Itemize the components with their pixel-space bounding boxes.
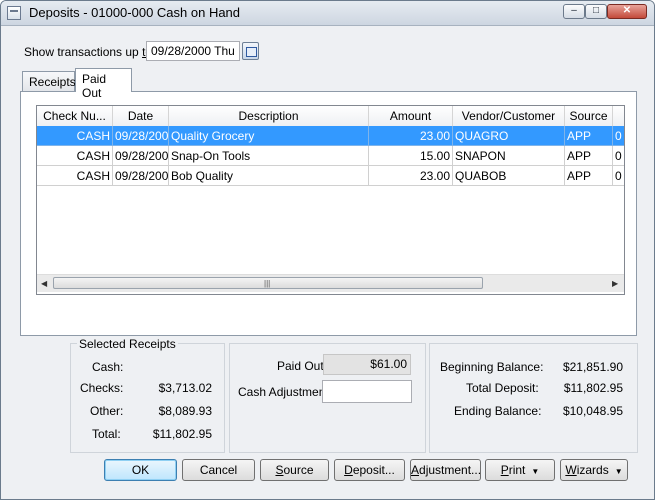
grid-header: Check Nu... Date Description Amount Vend… xyxy=(37,106,624,127)
column-header-vendor-customer[interactable]: Vendor/Customer xyxy=(453,106,565,126)
column-header-source[interactable]: Source xyxy=(565,106,613,126)
cell-check-number: CASH xyxy=(37,166,113,186)
scroll-grip-icon: ||| xyxy=(264,279,271,288)
column-header-check-number[interactable]: Check Nu... xyxy=(37,106,113,126)
ok-button[interactable]: OK xyxy=(104,459,177,481)
column-header-overflow xyxy=(613,106,624,126)
paid-out-value: $61.00 xyxy=(323,354,411,375)
cash-label: Cash: xyxy=(92,360,124,374)
cell-vendor-customer: QUABOB xyxy=(453,166,565,186)
cash-adjustment-input[interactable] xyxy=(322,380,412,403)
calendar-icon[interactable] xyxy=(242,42,259,60)
cell-date: 09/28/2000 xyxy=(113,146,169,166)
cell-amount: 15.00 xyxy=(369,146,453,166)
checks-value: $3,713.02 xyxy=(158,381,212,395)
other-label: Other: xyxy=(90,404,124,418)
cash-adjustment-label: Cash Adjustment: xyxy=(238,385,333,399)
close-button[interactable]: ✕ xyxy=(607,4,647,19)
total-value: $11,802.95 xyxy=(152,427,212,441)
window-app-icon xyxy=(7,6,21,20)
cell-vendor-customer: SNAPON xyxy=(453,146,565,166)
show-transactions-label: Show transactions up to: xyxy=(24,45,155,59)
wizards-button[interactable]: Wizards ▼ xyxy=(560,459,628,481)
table-row[interactable]: CASH 09/28/2000 Snap-On Tools 15.00 SNAP… xyxy=(37,146,624,166)
tab-paid-out[interactable]: Paid Out xyxy=(75,68,132,100)
deposits-window: Deposits - 01000-000 Cash on Hand ‒ □ ✕ … xyxy=(0,0,655,500)
adjustment-button[interactable]: Adjustment... xyxy=(410,459,481,481)
title-bar[interactable]: Deposits - 01000-000 Cash on Hand ‒ □ ✕ xyxy=(1,1,654,26)
dropdown-arrow-icon: ▼ xyxy=(614,467,623,476)
scroll-right-arrow-icon[interactable]: ▶ xyxy=(612,279,618,288)
selected-receipts-title: Selected Receipts xyxy=(77,337,178,351)
cell-date: 09/28/2000 xyxy=(113,166,169,186)
dropdown-arrow-icon: ▼ xyxy=(531,467,540,476)
beginning-balance-label: Beginning Balance: xyxy=(440,360,544,374)
cell-source: APP xyxy=(565,126,613,146)
cancel-button[interactable]: Cancel xyxy=(182,459,255,481)
horizontal-scrollbar[interactable]: ◀ ||| ▶ xyxy=(37,274,624,292)
tab-receipts[interactable]: Receipts xyxy=(22,71,76,91)
cell-vendor-customer: QUAGRO xyxy=(453,126,565,146)
checks-label: Checks: xyxy=(80,381,124,395)
beginning-balance-value: $21,851.90 xyxy=(562,360,623,374)
cell-description: Bob Quality xyxy=(169,166,369,186)
total-label: Total: xyxy=(92,427,121,441)
cell-amount: 23.00 xyxy=(369,126,453,146)
other-value: $8,089.93 xyxy=(158,404,212,418)
cell-description: Snap-On Tools xyxy=(169,146,369,166)
transactions-grid[interactable]: Check Nu... Date Description Amount Vend… xyxy=(36,105,625,295)
cell-source: APP xyxy=(565,146,613,166)
ending-balance-label: Ending Balance: xyxy=(454,404,542,418)
minimize-button[interactable]: ‒ xyxy=(563,4,585,19)
cell-check-number: CASH xyxy=(37,126,113,146)
print-button[interactable]: Print ▼ xyxy=(485,459,555,481)
column-header-date[interactable]: Date xyxy=(113,106,169,126)
paid-out-label: Paid Out: xyxy=(277,359,328,373)
table-row[interactable]: CASH 09/28/2000 Quality Grocery 23.00 QU… xyxy=(37,126,624,146)
transaction-date-input[interactable] xyxy=(146,41,240,61)
column-header-amount[interactable]: Amount xyxy=(369,106,453,126)
ending-balance-value: $10,048.95 xyxy=(562,404,623,418)
table-row[interactable]: CASH 09/28/2000 Bob Quality 23.00 QUABOB… xyxy=(37,166,624,186)
scrollbar-thumb[interactable]: ||| xyxy=(53,277,483,289)
total-deposit-label: Total Deposit: xyxy=(466,381,539,395)
cell-overflow: 0 xyxy=(613,166,624,186)
cell-source: APP xyxy=(565,166,613,186)
cell-amount: 23.00 xyxy=(369,166,453,186)
source-button[interactable]: Source xyxy=(260,459,329,481)
window-title: Deposits - 01000-000 Cash on Hand xyxy=(29,5,241,20)
total-deposit-value: $11,802.95 xyxy=(563,381,623,395)
deposit-button[interactable]: Deposit... xyxy=(334,459,405,481)
cell-overflow: 0 xyxy=(613,126,624,146)
cell-description: Quality Grocery xyxy=(169,126,369,146)
column-header-description[interactable]: Description xyxy=(169,106,369,126)
cell-overflow: 0 xyxy=(613,146,624,166)
maximize-button[interactable]: □ xyxy=(585,4,607,19)
cell-date: 09/28/2000 xyxy=(113,126,169,146)
scroll-left-arrow-icon[interactable]: ◀ xyxy=(41,279,47,288)
cell-check-number: CASH xyxy=(37,146,113,166)
